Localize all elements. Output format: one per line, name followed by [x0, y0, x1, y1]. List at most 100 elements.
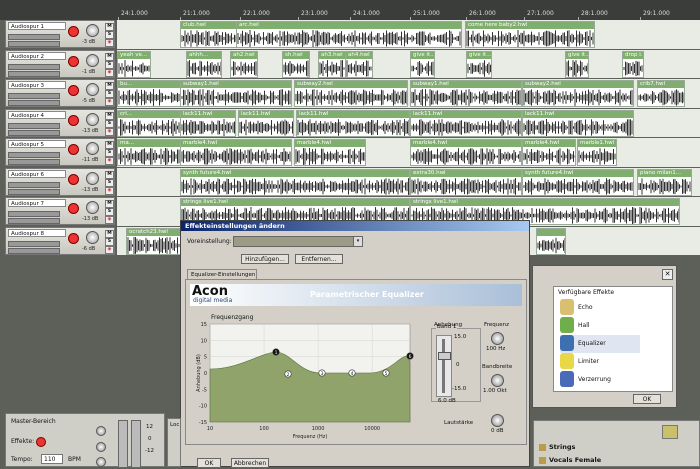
audio-clip[interactable]: ocratch23.hwl — [126, 227, 182, 255]
audio-clip[interactable]: marble4.hwl — [522, 139, 576, 166]
mute-button[interactable]: M — [105, 170, 114, 179]
record-arm-icon[interactable]: ◉ — [105, 127, 114, 136]
audio-clip[interactable]: ma... — [117, 139, 181, 166]
track-volume-knob[interactable] — [86, 171, 99, 185]
frequency-knob[interactable] — [491, 332, 504, 345]
effect-item[interactable]: Equalizer — [560, 335, 640, 353]
folder-icon[interactable] — [662, 425, 678, 439]
solo-button[interactable]: S — [105, 60, 114, 69]
volume-slider[interactable] — [8, 122, 60, 129]
volume-slider[interactable] — [8, 34, 60, 40]
record-button[interactable] — [68, 144, 79, 155]
volume-slider[interactable] — [8, 63, 60, 70]
record-arm-icon[interactable]: ◉ — [105, 245, 114, 254]
audio-clip[interactable]: ah4.hwl — [345, 50, 373, 78]
audio-clip[interactable]: give it... — [565, 50, 589, 78]
audio-clip[interactable]: piano milan1... — [637, 168, 692, 196]
solo-button[interactable]: S — [105, 237, 114, 246]
audio-clip[interactable]: arc.hwl — [236, 21, 462, 48]
track-header[interactable]: Audiospur 3 -5 dB M S ◉ — [5, 79, 115, 107]
record-button[interactable] — [68, 203, 79, 214]
audio-clip[interactable]: cri... — [117, 109, 181, 137]
record-button[interactable] — [68, 232, 79, 244]
volume-slider[interactable] — [8, 93, 60, 99]
audio-clip[interactable]: synth future4.hwl — [180, 168, 410, 196]
pan-slider[interactable] — [8, 100, 60, 106]
track-volume-knob[interactable] — [86, 201, 99, 214]
audio-clip[interactable]: lack11.hwl — [522, 109, 634, 137]
effect-item[interactable]: Hall — [560, 317, 640, 335]
solo-button[interactable]: S — [105, 31, 114, 39]
track-name[interactable]: Audiospur 6 — [8, 169, 66, 178]
gain-slider-thumb[interactable] — [438, 352, 451, 360]
master-knob-1[interactable] — [96, 426, 106, 436]
record-button[interactable] — [68, 26, 79, 37]
record-arm-icon[interactable]: ◉ — [105, 216, 114, 224]
volume-slider[interactable] — [8, 152, 60, 158]
solo-button[interactable]: S — [105, 208, 114, 216]
master-knob-2[interactable] — [96, 442, 106, 452]
solo-button[interactable]: S — [105, 90, 114, 98]
add-button[interactable]: Hinzufügen... — [241, 254, 289, 264]
pan-slider[interactable] — [8, 159, 60, 165]
audio-clip[interactable]: crib7.hwl — [637, 80, 685, 107]
solo-button[interactable]: S — [105, 178, 114, 187]
record-button[interactable] — [68, 85, 79, 96]
track-name[interactable]: Audiospur 5 — [8, 140, 66, 148]
audio-clip[interactable]: drop i... — [622, 50, 644, 78]
track-header[interactable]: Audiospur 7 -13 dB M S ◉ — [5, 197, 115, 225]
audio-clip[interactable]: give it... — [466, 50, 492, 78]
audio-clip[interactable]: marble4.hwl — [410, 139, 522, 166]
remove-button[interactable]: Entfernen... — [295, 254, 343, 264]
gain-slider[interactable] — [436, 335, 452, 397]
track-name[interactable]: Audiospur 3 — [8, 81, 66, 89]
audio-clip[interactable]: extra30.hwl — [410, 168, 522, 196]
solo-button[interactable]: S — [105, 149, 114, 157]
audio-clip[interactable]: ahhh... — [186, 50, 222, 78]
chevron-down-icon[interactable]: ▾ — [353, 237, 362, 246]
bandwidth-knob[interactable] — [491, 374, 504, 387]
preset-dropdown[interactable]: ▾ — [233, 236, 363, 247]
audio-clip[interactable]: subway1.hwl — [180, 80, 292, 107]
audio-clip[interactable]: synth future4.hwl — [522, 168, 634, 196]
audio-clip[interactable]: subway2.hwl — [522, 80, 634, 107]
pan-slider[interactable] — [8, 129, 60, 136]
master-knob-3[interactable] — [96, 457, 106, 467]
track-name[interactable]: Audiospur 2 — [8, 51, 66, 60]
audio-clip[interactable]: marble4.hwl — [180, 139, 292, 166]
audio-clip[interactable]: come here baby2.hwl — [465, 21, 595, 48]
record-button[interactable] — [68, 114, 79, 126]
effect-item[interactable]: Verzerrung — [560, 371, 640, 389]
audio-clip[interactable]: subway2.hwl — [294, 80, 408, 107]
mute-button[interactable]: M — [105, 229, 114, 238]
audio-clip[interactable]: lack11.hwl — [410, 109, 522, 137]
browser-item-vocals-female[interactable]: Vocals Female — [539, 456, 699, 466]
track-volume-knob[interactable] — [86, 83, 99, 96]
solo-button[interactable]: S — [105, 119, 114, 128]
audio-clip[interactable]: lack11.hwl — [296, 109, 410, 137]
track-name[interactable]: Audiospur 8 — [8, 228, 66, 237]
master-effects-button[interactable] — [36, 437, 46, 447]
pan-slider[interactable] — [8, 247, 60, 254]
track-volume-knob[interactable] — [86, 24, 99, 37]
track-header[interactable]: Audiospur 6 -13 dB M S ◉ — [5, 167, 115, 196]
pan-slider[interactable] — [8, 70, 60, 77]
audio-clip[interactable]: ah2.hwl — [230, 50, 258, 78]
mute-button[interactable]: M — [105, 111, 114, 120]
effect-item[interactable]: Echo — [560, 299, 640, 317]
pan-slider[interactable] — [8, 218, 60, 224]
effects-ok-button[interactable]: OK — [633, 394, 661, 404]
track-name[interactable]: Audiospur 4 — [8, 110, 66, 119]
audio-clip[interactable] — [536, 227, 566, 255]
volume-slider[interactable] — [8, 240, 60, 247]
track-volume-knob[interactable] — [86, 142, 99, 155]
audio-clip[interactable]: ah3.hwl — [318, 50, 346, 78]
master-fader-left[interactable] — [118, 420, 128, 468]
track-volume-knob[interactable] — [86, 112, 99, 126]
mute-button[interactable]: M — [105, 82, 114, 90]
record-arm-icon[interactable]: ◉ — [105, 39, 114, 47]
master-fader-right[interactable] — [131, 420, 141, 468]
effect-item[interactable]: Limiter — [560, 353, 640, 371]
mute-button[interactable]: M — [105, 23, 114, 31]
eq-frequency-graph[interactable]: 151050-5-10-1510 100 1000 10000Anhebung (dB… — [192, 320, 424, 445]
